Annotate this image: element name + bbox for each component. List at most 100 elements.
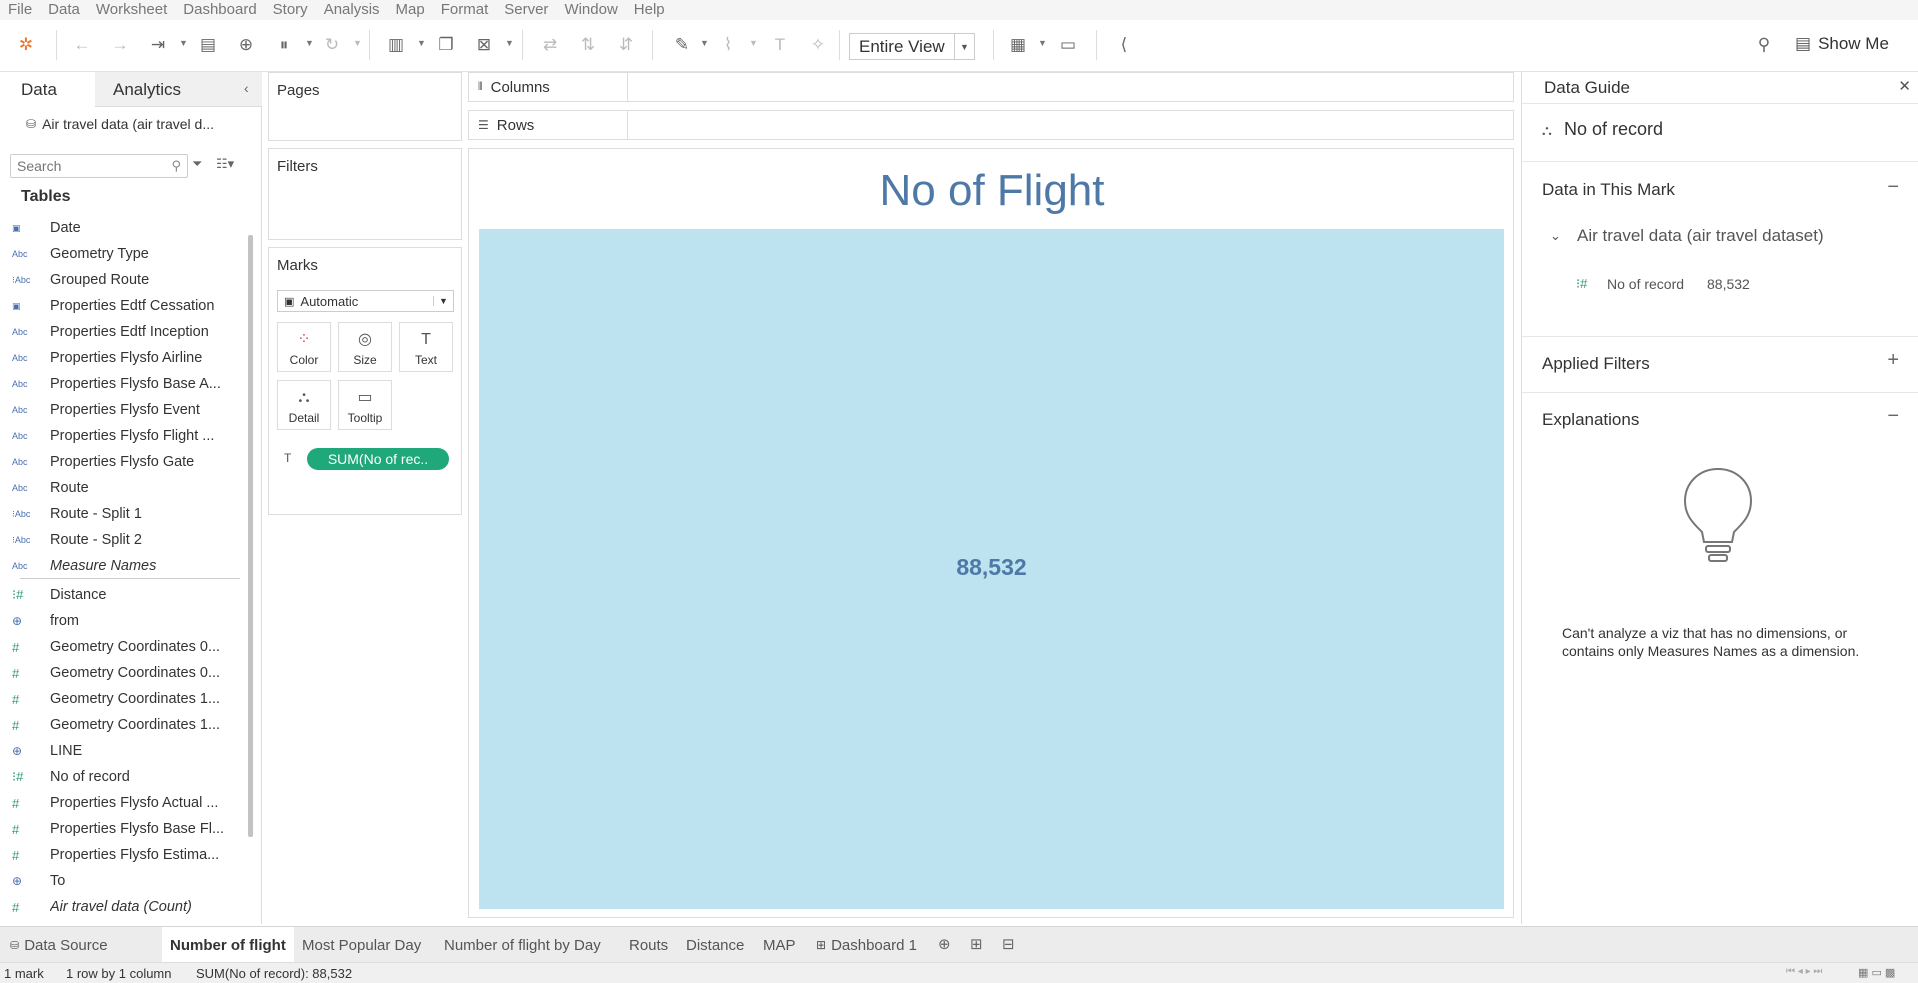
menu-dashboard[interactable]: Dashboard	[175, 0, 264, 20]
chevron-down-icon[interactable]: ▼	[505, 38, 514, 48]
menu-file[interactable]: File	[0, 0, 40, 20]
field-item[interactable]: # Geometry Coordinates 0...	[0, 660, 240, 686]
viz-title[interactable]: No of Flight	[469, 166, 1515, 216]
tab-dashboard-1[interactable]: ⊞ Dashboard 1	[808, 927, 925, 963]
undo-icon[interactable]: ←	[70, 33, 94, 57]
sort-descending-icon[interactable]: ⇵	[614, 33, 638, 57]
tab-most-popular-day[interactable]: Most Popular Day	[294, 927, 429, 963]
menu-data[interactable]: Data	[40, 0, 88, 20]
chevron-down-icon[interactable]: ▼	[353, 38, 362, 48]
chevron-down-icon[interactable]: ▼	[749, 38, 758, 48]
tab-data[interactable]: Data	[21, 80, 57, 100]
field-item[interactable]: ⊕ LINE	[0, 738, 240, 764]
mark-type-select[interactable]: ▣ Automatic ▼	[277, 290, 454, 312]
applied-filters-section[interactable]: Applied Filters +	[1522, 337, 1918, 393]
new-worksheet-icon[interactable]: ▥	[384, 33, 408, 57]
field-item[interactable]: Abc Properties Flysfo Gate	[0, 449, 240, 475]
tab-number-of-flight[interactable]: Number of flight	[162, 927, 294, 963]
chevron-down-icon[interactable]: ▼	[433, 296, 453, 306]
scrollbar-thumb[interactable]	[248, 235, 253, 837]
format-painter-icon[interactable]: ⚲	[1752, 33, 1776, 57]
field-item[interactable]: # Properties Flysfo Estima...	[0, 842, 240, 868]
field-item[interactable]: ⁝Abc Route - Split 1	[0, 501, 240, 527]
field-item[interactable]: ⊕ from	[0, 608, 240, 634]
viz-mark[interactable]: 88,532	[479, 229, 1504, 909]
detail-button[interactable]: ⛬ Detail	[277, 380, 331, 430]
field-item[interactable]: ▣ Properties Edtf Cessation	[0, 293, 240, 319]
close-icon[interactable]: ✕	[1898, 77, 1911, 95]
new-datasource-icon[interactable]: ⊕	[234, 33, 258, 57]
measure-pill[interactable]: SUM(No of rec..	[307, 448, 449, 470]
show-me-button[interactable]: ▤ Show Me	[1795, 34, 1889, 54]
search-icon[interactable]: ⚲	[171, 158, 181, 174]
menu-map[interactable]: Map	[388, 0, 433, 20]
size-button[interactable]: ◎ Size	[338, 322, 392, 372]
color-button[interactable]: ⁘ Color	[277, 322, 331, 372]
new-dashboard-icon[interactable]: ⊞	[970, 935, 983, 953]
clear-sheet-icon[interactable]: ⊠	[472, 33, 496, 57]
redo-icon[interactable]: →	[108, 33, 132, 57]
field-item[interactable]: Abc Geometry Type	[0, 241, 240, 267]
menu-format[interactable]: Format	[433, 0, 497, 20]
field-item[interactable]: # Properties Flysfo Base Fl...	[0, 816, 240, 842]
sort-ascending-icon[interactable]: ⇅	[576, 33, 600, 57]
collapse-pane-icon[interactable]: ‹	[244, 80, 249, 96]
field-item[interactable]: Abc Properties Flysfo Flight ...	[0, 423, 240, 449]
columns-shelf[interactable]: ⫴ Columns	[468, 72, 1514, 102]
menu-story[interactable]: Story	[265, 0, 316, 20]
filter-icon[interactable]: ⏷	[192, 156, 202, 172]
refresh-icon[interactable]: ↻	[320, 33, 344, 57]
field-item[interactable]: ⊕ To	[0, 868, 240, 894]
field-item[interactable]: # Geometry Coordinates 1...	[0, 712, 240, 738]
datasource-item[interactable]: ⛁ Air travel data (air travel d...	[26, 116, 256, 132]
search-field[interactable]: ⚲	[10, 154, 188, 178]
show-labels-icon[interactable]: T	[768, 33, 792, 57]
view-mode-icon[interactable]: ▦ ▭ ▩	[1858, 966, 1895, 979]
pause-updates-icon[interactable]: ⏸	[272, 33, 296, 57]
menu-analysis[interactable]: Analysis	[316, 0, 388, 20]
field-item[interactable]: ▣ Date	[0, 215, 240, 241]
view-options-icon[interactable]: ☷▾	[216, 156, 234, 172]
chevron-down-icon[interactable]: ▼	[179, 38, 188, 48]
fit-view-select[interactable]: Entire View ▼	[849, 33, 975, 60]
swap-axes-icon[interactable]: ⇄	[538, 33, 562, 57]
field-item[interactable]: Abc Properties Flysfo Event	[0, 397, 240, 423]
tab-data-source[interactable]: ⛁ Data Source	[2, 927, 116, 963]
field-item[interactable]: Abc Properties Flysfo Base A...	[0, 371, 240, 397]
tab-number-of-flight-by-day[interactable]: Number of flight by Day	[436, 927, 609, 963]
expand-icon[interactable]: +	[1887, 349, 1899, 372]
chevron-down-icon[interactable]: ▼	[954, 34, 974, 59]
field-item[interactable]: ⁝Abc Grouped Route	[0, 267, 240, 293]
filters-card[interactable]: Filters	[268, 148, 462, 240]
tooltip-button[interactable]: ▭ Tooltip	[338, 380, 392, 430]
group-members-icon[interactable]: ⌇	[716, 33, 740, 57]
tableau-logo-icon[interactable]: ✲	[14, 33, 38, 57]
tab-routs[interactable]: Routs	[621, 927, 676, 963]
chevron-down-icon[interactable]: ▼	[417, 38, 426, 48]
collapse-icon[interactable]: −	[1887, 176, 1899, 199]
pages-card[interactable]: Pages	[268, 72, 462, 141]
field-item[interactable]: Abc Route	[0, 475, 240, 501]
new-worksheet-icon[interactable]: ⊕	[938, 935, 951, 953]
field-item[interactable]: # Air travel data (Count)	[0, 894, 240, 920]
collapse-icon[interactable]: −	[1887, 405, 1899, 428]
save-icon[interactable]: ▤	[196, 33, 220, 57]
share-icon[interactable]: ⟨	[1112, 33, 1136, 57]
field-item[interactable]: # Geometry Coordinates 1...	[0, 686, 240, 712]
chevron-down-icon[interactable]: ⌄	[1550, 228, 1561, 244]
chevron-down-icon[interactable]: ▼	[1038, 38, 1047, 48]
search-input[interactable]	[11, 155, 161, 177]
chevron-down-icon[interactable]: ▼	[700, 38, 709, 48]
text-button[interactable]: T Text	[399, 322, 453, 372]
tab-distance[interactable]: Distance	[678, 927, 752, 963]
field-item[interactable]: # Geometry Coordinates 0...	[0, 634, 240, 660]
presentation-mode-icon[interactable]: ▭	[1056, 33, 1080, 57]
sheet-navigation-icon[interactable]: ⏮ ◂ ▸ ⏭	[1786, 966, 1822, 977]
menu-server[interactable]: Server	[496, 0, 556, 20]
duplicate-sheet-icon[interactable]: ❐	[434, 33, 458, 57]
field-item[interactable]: ⁝# Distance	[0, 582, 240, 608]
field-item[interactable]: Abc Properties Flysfo Airline	[0, 345, 240, 371]
replay-icon[interactable]: ⇥	[146, 33, 170, 57]
tab-analytics[interactable]: Analytics	[113, 80, 181, 100]
menu-worksheet[interactable]: Worksheet	[88, 0, 175, 20]
